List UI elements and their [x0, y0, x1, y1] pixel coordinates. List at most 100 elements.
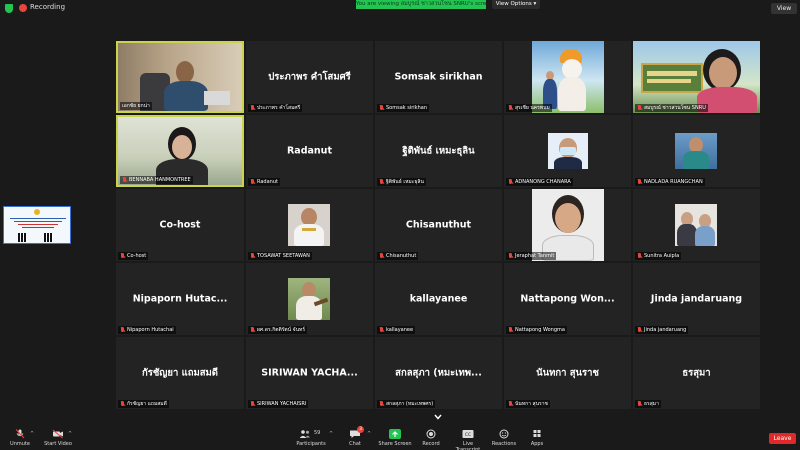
- participant-tile[interactable]: ฐิติพันธ์ เหมะธุลิน ฐิติพันธ์ เหมะธุลิน: [375, 115, 502, 187]
- participant-video: [633, 41, 760, 113]
- participant-display-name: Jinda jandaruang: [650, 293, 743, 305]
- participant-display-name: สกลสุภา (หมะเทพ...: [395, 367, 482, 379]
- view-button[interactable]: View: [771, 3, 797, 14]
- reactions-button[interactable]: Reactions: [490, 429, 518, 447]
- thumbnail-text-line: [10, 218, 66, 219]
- participant-name-label: Jeraphat Tanmit: [506, 252, 557, 260]
- security-shield-icon[interactable]: [5, 4, 13, 13]
- chat-unread-badge: 3: [357, 426, 364, 433]
- participant-name-label: ธรสุมา: [635, 400, 661, 408]
- participant-display-name: Radanut: [286, 145, 332, 157]
- participant-name-label: Co-host: [118, 252, 149, 260]
- participant-name-label: BENNABA HANMONTREE: [120, 176, 193, 184]
- participant-display-name: SIRIWAN YACHA...: [261, 367, 358, 379]
- video-options-caret[interactable]: ^: [68, 431, 72, 437]
- participant-tile[interactable]: ADNANONG CHANARA: [504, 115, 631, 187]
- participant-name-label: สมบูรณ์ ชาวสวนโซน SNRU: [635, 104, 708, 112]
- muted-mic-icon: [122, 177, 127, 183]
- chat-options-caret[interactable]: ^: [367, 431, 371, 437]
- viewing-screen-banner: You are viewing สมบูรณ์ ชาวสวนโซน SNRU's…: [356, 0, 486, 9]
- muted-mic-icon: [508, 105, 513, 111]
- participant-photo: [288, 278, 330, 320]
- participant-photo: [548, 133, 588, 169]
- participant-name-label: ADNANONG CHANARA: [506, 178, 573, 186]
- unmute-options-caret[interactable]: ^: [30, 431, 34, 437]
- muted-mic-icon: [508, 327, 513, 333]
- participant-name-label: Sunitra Auipla: [635, 252, 682, 260]
- thumbnail-text-line: [14, 221, 62, 222]
- chat-button[interactable]: 3 Chat: [344, 426, 366, 447]
- microphone-muted-icon: [15, 429, 25, 439]
- share-screen-button[interactable]: Share Screen: [378, 429, 412, 447]
- participant-display-name: Co-host: [159, 219, 201, 231]
- svg-text:CC: CC: [465, 432, 471, 438]
- muted-mic-icon: [637, 179, 642, 185]
- participant-tile[interactable]: ผศ.ดร.กิตติรัตน์ จันทร์: [246, 263, 373, 335]
- participant-tile[interactable]: สกลสุภา (หมะเทพ... สกลสุภา (หมะเทพศร): [375, 337, 502, 409]
- participant-display-name: kallayanee: [409, 293, 468, 305]
- shared-screen-thumbnail[interactable]: [3, 206, 71, 244]
- participant-name-label: Chisanuthut: [377, 252, 419, 260]
- participant-tile[interactable]: Somsak sirikhan Somsak sirikhan: [375, 41, 502, 113]
- share-screen-icon: [389, 429, 401, 439]
- muted-mic-icon: [250, 327, 255, 333]
- participants-icon: 59: [299, 429, 323, 439]
- participant-tile[interactable]: นันทกา สุนราช นันทกา สุนราช: [504, 337, 631, 409]
- participants-button[interactable]: 59 Participants: [294, 429, 328, 447]
- participant-tile[interactable]: ประภาพร คำโสมศรี ประภาพร คำโสมศรี: [246, 41, 373, 113]
- record-button[interactable]: Record: [420, 429, 442, 447]
- participant-name-label: NADLADA RUANGCHAN: [635, 178, 705, 186]
- participant-video: [118, 43, 242, 111]
- muted-mic-icon: [637, 105, 642, 111]
- participant-tile[interactable]: Jeraphat Tanmit: [504, 189, 631, 261]
- muted-mic-icon: [250, 179, 255, 185]
- muted-mic-icon: [379, 327, 384, 333]
- muted-mic-icon: [508, 179, 513, 185]
- thumbnail-text-line: [22, 227, 54, 228]
- participant-tile[interactable]: เอกชัย ยกน่า: [116, 41, 244, 113]
- leave-button[interactable]: Leave: [769, 433, 796, 444]
- participant-tile[interactable]: Nattapong Won... Nattapong Wongma: [504, 263, 631, 335]
- participant-tile[interactable]: BENNABA HANMONTREE: [116, 115, 244, 187]
- apps-button[interactable]: Apps: [526, 429, 548, 447]
- participants-options-caret[interactable]: ^: [329, 431, 333, 437]
- participant-tile[interactable]: NADLADA RUANGCHAN: [633, 115, 760, 187]
- participant-tile[interactable]: Jinda jandaruang Jinda jandaruang: [633, 263, 760, 335]
- participant-tile[interactable]: Chisanuthut Chisanuthut: [375, 189, 502, 261]
- participant-tile[interactable]: SIRIWAN YACHA... SIRIWAN YACHAISRI: [246, 337, 373, 409]
- muted-mic-icon: [250, 401, 255, 407]
- participant-name-label: ฐิติพันธ์ เหมะธุลิน: [377, 178, 426, 186]
- participant-name-label: เอกชัย ยกน่า: [120, 102, 152, 110]
- participant-name-label: กัรชัญยา แถมสมดี: [118, 400, 169, 408]
- participant-tile[interactable]: kallayanee kallayanee: [375, 263, 502, 335]
- muted-mic-icon: [120, 401, 125, 407]
- participant-photo: [532, 189, 604, 261]
- qr-code-icon: [18, 233, 27, 242]
- smiley-icon: [499, 429, 509, 439]
- participant-display-name: Nipaporn Hutac...: [132, 293, 228, 305]
- unmute-button[interactable]: Unmute: [8, 429, 32, 447]
- participant-photo: [675, 204, 717, 246]
- closed-caption-icon: CC: [462, 430, 474, 438]
- participant-tile[interactable]: TOSAWAT SEETAWAN: [246, 189, 373, 261]
- participant-display-name: ประภาพร คำโสมศรี: [268, 71, 351, 83]
- thumbnail-logo-icon: [34, 209, 40, 215]
- participant-tile[interactable]: ธรสุมา ธรสุมา: [633, 337, 760, 409]
- muted-mic-icon: [120, 327, 125, 333]
- participant-tile[interactable]: Radanut Radanut: [246, 115, 373, 187]
- muted-mic-icon: [379, 105, 384, 111]
- live-transcript-button[interactable]: CC Live Transcript: [450, 429, 486, 450]
- participant-tile[interactable]: สมบูรณ์ ชาวสวนโซน SNRU: [633, 41, 760, 113]
- participant-name-label: สุรเชีย นครพนม: [506, 104, 552, 112]
- participant-tile[interactable]: กัรชัญยา แถมสมดี กัรชัญยา แถมสมดี: [116, 337, 244, 409]
- view-options-button[interactable]: View Options ▾: [492, 0, 540, 9]
- participant-tile[interactable]: Sunitra Auipla: [633, 189, 760, 261]
- participant-tile[interactable]: Co-host Co-host: [116, 189, 244, 261]
- muted-mic-icon: [379, 401, 384, 407]
- participant-tile[interactable]: Nipaporn Hutac... Nipaporn Hutachai: [116, 263, 244, 335]
- muted-mic-icon: [250, 105, 255, 111]
- participant-photo: [288, 204, 330, 246]
- participant-name-label: สกลสุภา (หมะเทพศร): [377, 400, 436, 408]
- chevron-down-icon[interactable]: [434, 414, 442, 420]
- participant-tile[interactable]: สุรเชีย นครพนม: [504, 41, 631, 113]
